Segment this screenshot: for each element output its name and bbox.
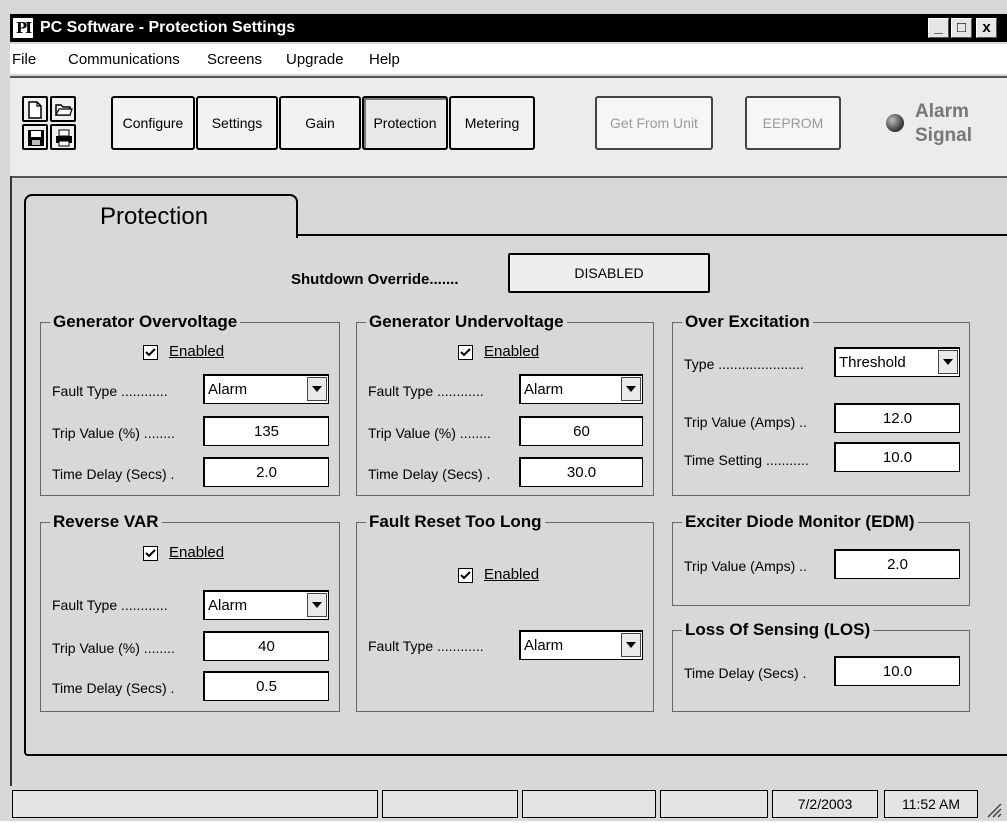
shutdown-override-button[interactable]: DISABLED (508, 253, 710, 293)
title-bar[interactable]: PI PC Software - Protection Settings _ □… (10, 14, 1007, 42)
generator-overvoltage-fault-type-select[interactable]: Alarm (203, 374, 329, 404)
fault-reset-fault-type-value: Alarm (524, 637, 564, 654)
fault-reset-checkbox[interactable] (458, 568, 473, 583)
generator-undervoltage-trip-input[interactable]: 60 (519, 416, 643, 446)
menu-communications[interactable]: Communications (68, 51, 180, 68)
save-disk-icon[interactable] (22, 124, 48, 150)
gain-button[interactable]: Gain (279, 96, 361, 150)
fault-reset-fault-type-select[interactable]: Alarm (519, 630, 643, 660)
fault-reset-fault-type-label: Fault Type ............ (368, 638, 484, 654)
reverse-var-fault-type-select[interactable]: Alarm (203, 590, 329, 620)
status-panel-4 (660, 790, 768, 818)
menu-upgrade[interactable]: Upgrade (286, 51, 344, 68)
over-excitation-type-value: Threshold (839, 354, 906, 371)
generator-overvoltage-checkbox[interactable] (143, 345, 158, 360)
shutdown-override-label: Shutdown Override....... (291, 271, 459, 288)
chevron-down-icon[interactable] (938, 350, 958, 374)
generator-overvoltage-enabled-label[interactable]: Enabled (169, 343, 224, 360)
chevron-down-icon[interactable] (621, 633, 641, 657)
los-title: Loss Of Sensing (LOS) (682, 620, 874, 640)
generator-undervoltage-checkbox[interactable] (458, 345, 473, 360)
metering-button[interactable]: Metering (449, 96, 535, 150)
generator-overvoltage-delay-input[interactable]: 2.0 (203, 457, 329, 487)
over-excitation-type-label: Type ...................... (684, 356, 804, 372)
los-delay-label: Time Delay (Secs) . (684, 665, 807, 681)
generator-undervoltage-delay-label: Time Delay (Secs) . (368, 466, 491, 482)
fault-reset-title: Fault Reset Too Long (366, 512, 545, 532)
get-from-unit-button[interactable]: Get From Unit (595, 96, 713, 150)
fault-reset-group (356, 522, 654, 712)
reverse-var-enabled-label[interactable]: Enabled (169, 544, 224, 561)
over-excitation-trip-input[interactable]: 12.0 (834, 403, 960, 433)
maximize-button[interactable]: □ (951, 18, 972, 38)
protection-button[interactable]: Protection (362, 96, 448, 150)
generator-undervoltage-trip-label: Trip Value (%) ........ (368, 425, 491, 441)
generator-undervoltage-title: Generator Undervoltage (366, 312, 567, 332)
chevron-down-icon[interactable] (621, 377, 641, 401)
generator-undervoltage-fault-type-label: Fault Type ............ (368, 383, 484, 399)
chevron-down-icon[interactable] (307, 377, 327, 401)
generator-overvoltage-trip-label: Trip Value (%) ........ (52, 425, 175, 441)
window-title: PC Software - Protection Settings (40, 19, 296, 36)
toolbar-divider (10, 176, 1007, 178)
reverse-var-fault-type-value: Alarm (208, 597, 248, 614)
open-folder-icon[interactable] (50, 96, 76, 122)
resize-grip-icon[interactable] (984, 800, 1002, 823)
app-window: PI PC Software - Protection Settings _ □… (0, 0, 1007, 821)
reverse-var-title: Reverse VAR (50, 512, 162, 532)
menu-screens[interactable]: Screens (207, 51, 262, 68)
fault-reset-enabled-label[interactable]: Enabled (484, 566, 539, 583)
print-icon[interactable] (50, 124, 76, 150)
generator-undervoltage-fault-type-select[interactable]: Alarm (519, 374, 643, 404)
menu-help[interactable]: Help (369, 51, 400, 68)
los-delay-input[interactable]: 10.0 (834, 656, 960, 686)
edm-trip-label: Trip Value (Amps) .. (684, 558, 807, 574)
generator-overvoltage-delay-label: Time Delay (Secs) . (52, 466, 175, 482)
over-excitation-type-select[interactable]: Threshold (834, 347, 960, 377)
edm-title: Exciter Diode Monitor (EDM) (682, 512, 918, 532)
settings-button[interactable]: Settings (196, 96, 278, 150)
generator-overvoltage-title: Generator Overvoltage (50, 312, 241, 332)
new-file-icon[interactable] (22, 96, 48, 122)
generator-undervoltage-enabled-label[interactable]: Enabled (484, 343, 539, 360)
reverse-var-delay-label: Time Delay (Secs) . (52, 680, 175, 696)
close-button[interactable]: x (976, 18, 997, 38)
configure-button[interactable]: Configure (111, 96, 195, 150)
generator-undervoltage-fault-type-value: Alarm (524, 381, 564, 398)
minimize-button[interactable]: _ (928, 18, 949, 38)
reverse-var-checkbox[interactable] (143, 546, 158, 561)
menu-file[interactable]: File (12, 51, 36, 68)
tab-protection-label: Protection (100, 203, 209, 230)
chevron-down-icon[interactable] (307, 593, 327, 617)
status-panel-1 (12, 790, 378, 818)
over-excitation-time-setting-label: Time Setting ........... (684, 452, 809, 468)
reverse-var-trip-input[interactable]: 40 (203, 631, 329, 661)
menu-bar: File Communications Screens Upgrade Help (10, 44, 1007, 74)
alarm-indicator-icon (886, 114, 904, 132)
over-excitation-title: Over Excitation (682, 312, 813, 332)
reverse-var-delay-input[interactable]: 0.5 (203, 671, 329, 701)
left-border (10, 176, 12, 786)
alarm-label-line1: Alarm (915, 101, 969, 122)
status-time: 11:52 AM (884, 790, 978, 818)
reverse-var-trip-label: Trip Value (%) ........ (52, 640, 175, 656)
status-panel-2 (382, 790, 518, 818)
app-logo-icon: PI (13, 18, 33, 38)
over-excitation-trip-label: Trip Value (Amps) .. (684, 414, 807, 430)
status-date: 7/2/2003 (772, 790, 878, 818)
alarm-label-line2: Signal (915, 125, 973, 146)
generator-overvoltage-fault-type-value: Alarm (208, 381, 248, 398)
status-panel-3 (522, 790, 656, 818)
edm-trip-input[interactable]: 2.0 (834, 549, 960, 579)
over-excitation-time-setting-input[interactable]: 10.0 (834, 442, 960, 472)
generator-overvoltage-fault-type-label: Fault Type ............ (52, 383, 168, 399)
generator-overvoltage-trip-input[interactable]: 135 (203, 416, 329, 446)
reverse-var-fault-type-label: Fault Type ............ (52, 597, 168, 613)
generator-undervoltage-delay-input[interactable]: 30.0 (519, 457, 643, 487)
eeprom-button[interactable]: EEPROM (745, 96, 841, 150)
